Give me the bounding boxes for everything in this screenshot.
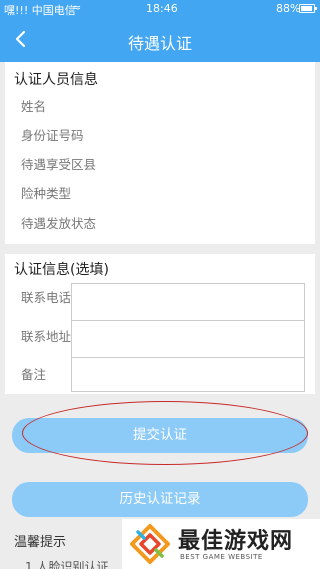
row-label-payment-status: 待遇发放状态 — [21, 216, 97, 231]
tips-title: 温馨提示 — [14, 535, 67, 550]
carrier-label: 嘿!!! 中国电信 — [4, 4, 76, 17]
row-label-name: 姓名 — [21, 99, 47, 114]
watermark-title: 最佳游戏网 — [178, 529, 294, 554]
history-records-button[interactable]: 历史认证记录 — [12, 482, 308, 517]
personal-info-card: 认证人员信息 姓名 身份证号码 待遇享受区县 险种类型 待遇发放状态 — [5, 62, 315, 244]
battery-percent: 88% — [276, 2, 301, 15]
row-label-id-number: 身份证号码 — [21, 128, 84, 143]
phone-input[interactable] — [71, 283, 305, 324]
row-label-district: 待遇享受区县 — [21, 157, 97, 172]
watermark: 最佳游戏网 BEST GAME WEBSITE — [122, 519, 320, 569]
watermark-logo-icon — [130, 524, 170, 564]
watermark-subtitle: BEST GAME WEBSITE — [180, 553, 263, 561]
remark-input[interactable] — [71, 357, 305, 392]
address-input[interactable] — [71, 320, 305, 361]
auth-info-card: 认证信息(选填) 联系电话 联系地址 备注 — [5, 254, 315, 394]
row-label-insurance-type: 险种类型 — [21, 186, 72, 201]
personal-info-title: 认证人员信息 — [14, 72, 98, 88]
wifi-icon: ≈ — [72, 1, 82, 14]
address-label: 联系地址 — [21, 329, 72, 344]
battery-icon — [299, 4, 317, 13]
status-bar: 嘿!!! 中国电信 ≈ 18:46 88% — [0, 0, 320, 18]
tips-line: 1.人脸识别认证 — [25, 560, 109, 569]
page-title: 待遇认证 — [127, 34, 192, 53]
auth-info-title: 认证信息(选填) — [14, 262, 109, 278]
clock: 18:46 — [146, 2, 178, 15]
remark-label: 备注 — [21, 367, 47, 382]
nav-bar: 待遇认证 — [0, 18, 320, 62]
phone-label: 联系电话 — [21, 290, 72, 305]
highlight-ring — [22, 401, 308, 465]
